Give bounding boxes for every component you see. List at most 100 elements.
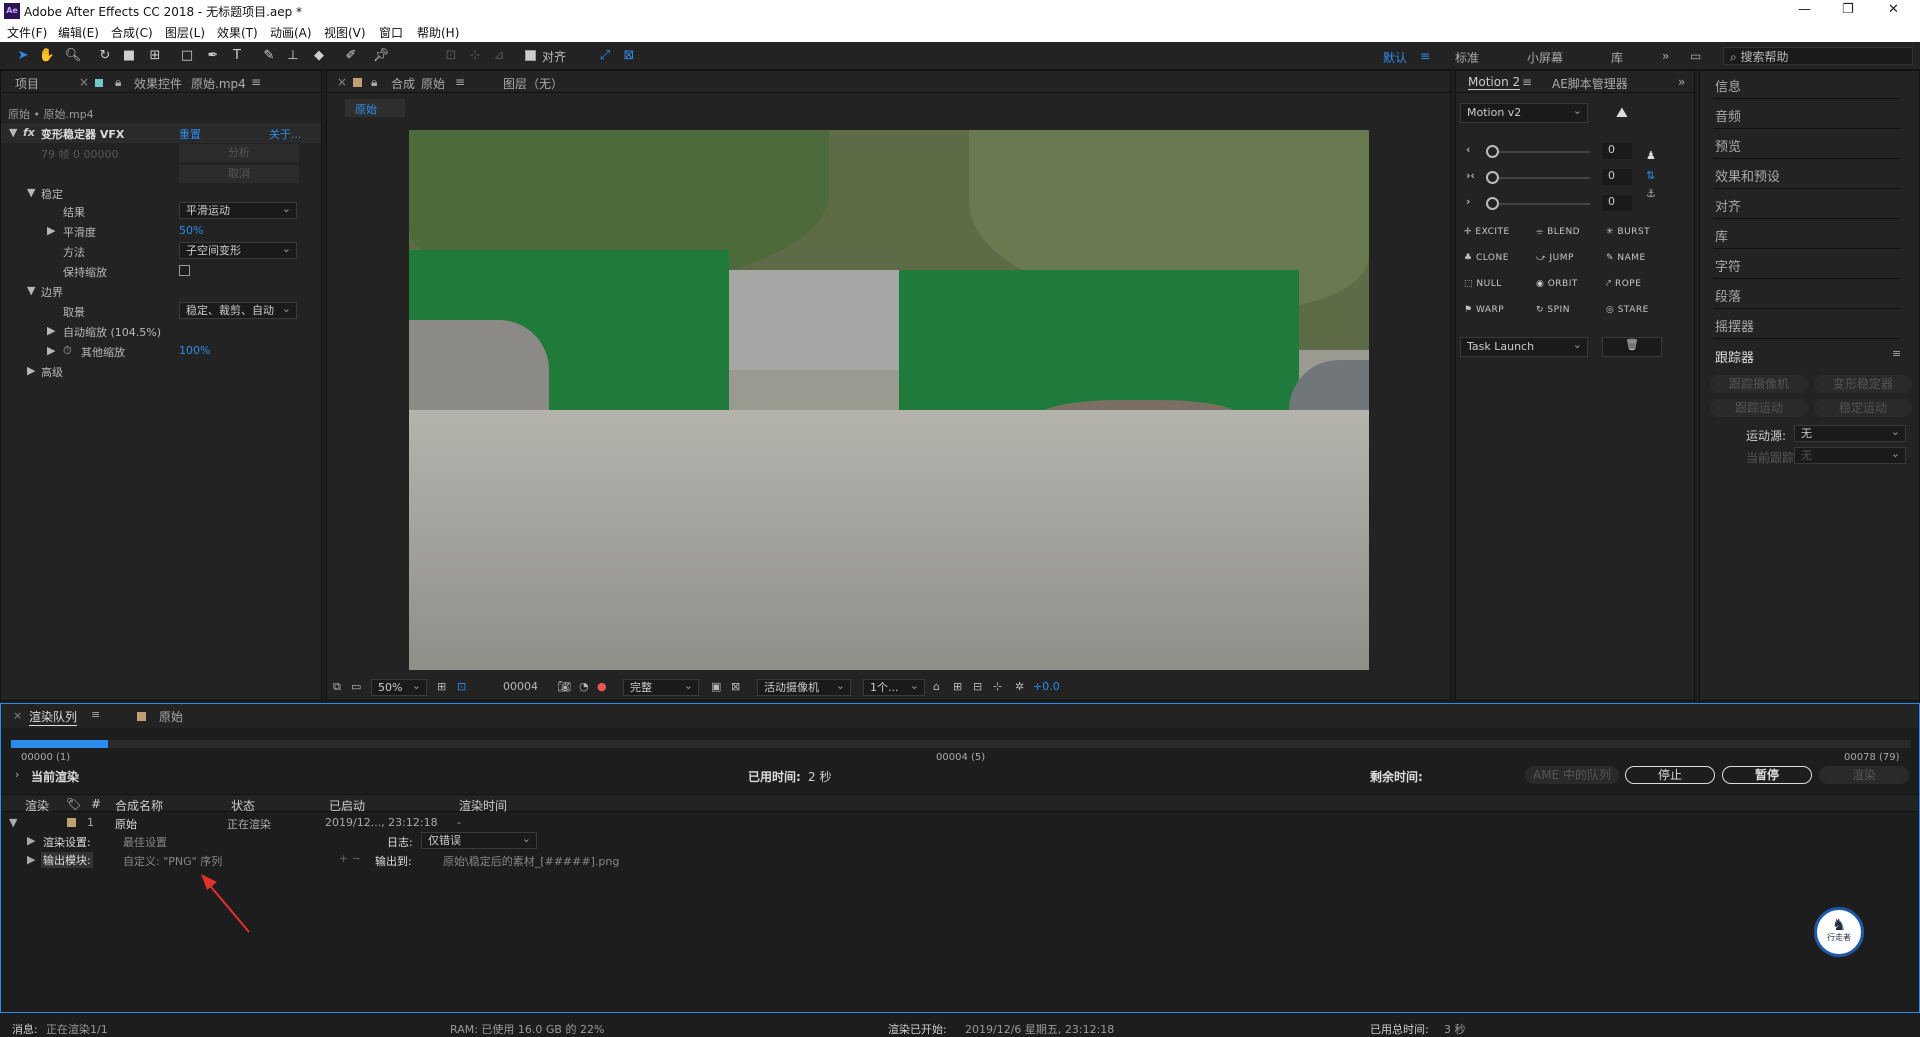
ease-out-slider-handle[interactable]: [1486, 197, 1499, 210]
output-to-value[interactable]: 原始\稳定后的素材_[#####].png: [443, 853, 619, 869]
output-expand-icon[interactable]: ▶: [27, 853, 35, 866]
stare-button[interactable]: ◎ STARE: [1606, 305, 1649, 315]
paragraph-panel-item[interactable]: 段落: [1713, 281, 1900, 309]
show-snapshot-icon[interactable]: ◔: [579, 680, 589, 693]
snap-options-icon[interactable]: ⊠: [620, 47, 638, 65]
excite-button[interactable]: ✛ EXCITE: [1464, 227, 1510, 237]
menu-file[interactable]: 文件(F): [7, 24, 47, 41]
spin-button[interactable]: ↻ SPIN: [1536, 305, 1570, 315]
label-tag-icon[interactable]: 🏷︎: [66, 797, 81, 811]
col-started[interactable]: 已启动: [329, 797, 365, 814]
monitor-icon[interactable]: ▭: [351, 680, 361, 693]
close-button[interactable]: ✕: [1888, 2, 1899, 17]
cancel-button[interactable]: 取消: [179, 165, 299, 183]
info-panel-item[interactable]: 信息: [1713, 71, 1900, 99]
align-panel-item[interactable]: 对齐: [1713, 191, 1900, 219]
clone-stamp-tool-icon[interactable]: ⊥: [284, 47, 302, 65]
layer-tab[interactable]: 图层（无）: [503, 75, 563, 92]
rope-button[interactable]: ⤤ ROPE: [1606, 279, 1641, 289]
camera-tool-icon[interactable]: ■: [120, 47, 138, 65]
col-status[interactable]: 状态: [231, 797, 255, 814]
blend-button[interactable]: ⌯ BLEND: [1536, 227, 1580, 237]
tab-render-queue[interactable]: 渲染队列: [29, 708, 78, 726]
pan-behind-tool-icon[interactable]: ⊞: [146, 47, 164, 65]
col-render[interactable]: 渲染: [25, 797, 49, 814]
current-render-toggle[interactable]: ›: [15, 768, 19, 781]
preview-panel-item[interactable]: 预览: [1713, 131, 1900, 159]
track-camera-button[interactable]: 跟踪摄像机: [1710, 375, 1808, 393]
motion-source-dropdown[interactable]: 无: [1794, 424, 1906, 442]
snap-icon[interactable]: ⤢: [596, 47, 614, 65]
type-tool-icon[interactable]: T: [228, 47, 246, 65]
ease-in-value[interactable]: 0: [1602, 143, 1632, 159]
timeline-icon[interactable]: ⊞: [953, 680, 962, 693]
ease-out-slider-track[interactable]: [1486, 197, 1590, 210]
ease-both-slider-track[interactable]: [1486, 171, 1590, 184]
zoom-dropdown[interactable]: 50%: [371, 678, 427, 696]
composition-viewer[interactable]: [409, 130, 1369, 670]
warp-button[interactable]: ⚑ WARP: [1464, 305, 1504, 315]
hand-tool-icon[interactable]: ✋: [38, 47, 56, 65]
tab-close-icon[interactable]: ×: [79, 75, 89, 89]
row-expand-icon[interactable]: ▼: [9, 816, 17, 829]
stopwatch-icon[interactable]: ⏱: [63, 344, 72, 358]
col-number[interactable]: #: [91, 797, 101, 811]
flowchart-icon[interactable]: ⊹: [993, 680, 1002, 693]
chain-icon[interactable]: ⇅: [1646, 169, 1655, 182]
ease-in-slider-handle[interactable]: [1486, 145, 1499, 158]
log-dropdown[interactable]: 仅错误: [421, 831, 537, 849]
comp-subtab[interactable]: 原始: [345, 99, 405, 117]
character-panel-item[interactable]: 字符: [1713, 251, 1900, 279]
region-of-interest-icon[interactable]: ⊡: [457, 680, 466, 693]
views-dropdown[interactable]: 1个...: [863, 678, 925, 696]
fx-reset-link[interactable]: 重置: [179, 126, 201, 142]
tab-script-manager[interactable]: AE脚本管理器: [1552, 75, 1628, 92]
align-checkbox[interactable]: [525, 50, 536, 61]
null-button[interactable]: ⬚ NULL: [1464, 279, 1502, 289]
keep-scale-checkbox[interactable]: [179, 265, 190, 276]
brush-tool-icon[interactable]: ✎: [260, 47, 278, 65]
eraser-tool-icon[interactable]: ◆: [310, 47, 328, 65]
workspace-menu-icon[interactable]: ≡: [1420, 49, 1430, 63]
rectangle-tool-icon[interactable]: □: [178, 47, 196, 65]
render-button[interactable]: 渲染: [1819, 766, 1909, 784]
tab-project[interactable]: 项目: [15, 75, 39, 92]
anchor-icon[interactable]: ⚓: [1646, 187, 1656, 200]
workspace-small-screen[interactable]: 小屏幕: [1527, 49, 1563, 66]
table-row[interactable]: ▼ 1 原始 正在渲染 2019/12..., 23:12:18 -: [1, 814, 1919, 832]
mountain-icon[interactable]: ⛰: [1616, 105, 1628, 121]
burst-button[interactable]: ✳ BURST: [1606, 227, 1650, 237]
menu-help[interactable]: 帮助(H): [417, 24, 459, 41]
panel-overflow-icon[interactable]: »: [1678, 75, 1685, 89]
ame-queue-button[interactable]: AME 中的队列: [1525, 766, 1619, 784]
panel-menu-icon[interactable]: ≡: [455, 75, 465, 89]
fast-preview-icon[interactable]: ⌂: [933, 680, 940, 693]
advanced-row[interactable]: ▶ 高级: [1, 361, 321, 381]
menu-window[interactable]: 窗口: [379, 24, 403, 41]
tab-close-icon[interactable]: ×: [13, 709, 22, 722]
resolution-icon[interactable]: ⊞: [437, 680, 446, 693]
tab-comp-timeline[interactable]: 原始: [159, 708, 183, 725]
pen-tool-icon[interactable]: ✒: [204, 47, 222, 65]
comp-tab-name[interactable]: 原始: [421, 75, 445, 92]
help-search-input[interactable]: ⌕ 搜索帮助: [1723, 47, 1913, 65]
toggle-mask-icon[interactable]: ▣: [711, 680, 721, 693]
workspace-overflow-icon[interactable]: »: [1662, 49, 1669, 63]
current-track-dropdown[interactable]: 无: [1794, 446, 1906, 464]
pause-button[interactable]: 暂停: [1722, 766, 1812, 784]
local-axis-icon[interactable]: ⊡: [442, 47, 460, 65]
analyze-button[interactable]: 分析: [179, 144, 299, 162]
rotate-tool-icon[interactable]: ↻: [96, 47, 114, 65]
other-scale-value[interactable]: 100%: [179, 344, 210, 357]
ease-in-slider-track[interactable]: [1486, 145, 1590, 158]
settings-expand-icon[interactable]: ▶: [27, 834, 35, 847]
jump-button[interactable]: ⤻ JUMP: [1536, 253, 1574, 263]
bell-icon[interactable]: ♟: [1646, 149, 1656, 162]
orbit-button[interactable]: ◉ ORBIT: [1536, 279, 1578, 289]
framing-dropdown[interactable]: 稳定、裁剪、自动: [179, 301, 297, 319]
add-output-icon[interactable]: + −: [339, 852, 361, 865]
track-motion-button[interactable]: 跟踪运动: [1710, 399, 1808, 417]
ease-both-value[interactable]: 0: [1602, 169, 1632, 185]
panel-menu-icon[interactable]: ≡: [251, 75, 261, 89]
workspace-standard[interactable]: 标准: [1455, 49, 1479, 66]
